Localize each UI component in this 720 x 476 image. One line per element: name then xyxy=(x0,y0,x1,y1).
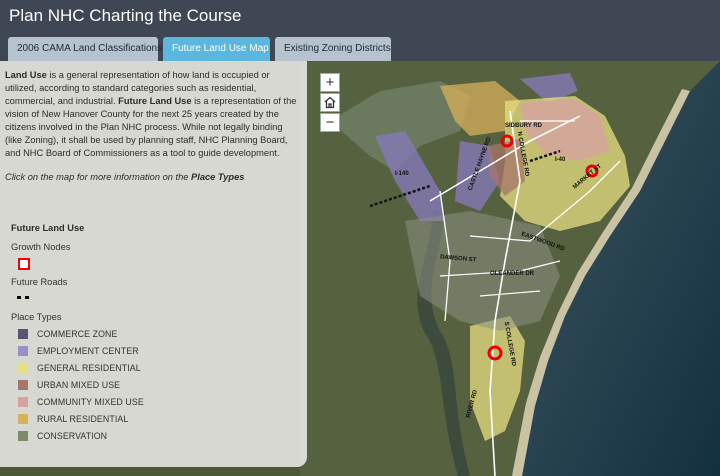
hint-text: Click on the map for more information on… xyxy=(5,172,192,182)
legend-title: Future Land Use xyxy=(11,223,85,233)
info-panel: Land Use is a general representation of … xyxy=(0,61,307,467)
place-type-label: COMMERCE ZONE xyxy=(37,328,118,339)
place-type-label: EMPLOYMENT CENTER xyxy=(37,345,139,356)
place-type-label: COMMUNITY MIXED USE xyxy=(37,396,144,407)
place-type-label: RURAL RESIDENTIAL xyxy=(37,413,129,424)
place-type-label: URBAN MIXED USE xyxy=(37,379,121,390)
road-label-i140: I-140 xyxy=(395,171,409,177)
place-type-item: CONSERVATION xyxy=(18,430,107,442)
place-type-item: EMPLOYMENT CENTER xyxy=(18,345,139,357)
intro-term-land-use: Land Use xyxy=(5,70,47,80)
hint-place-types: Place Types xyxy=(191,172,245,182)
place-type-swatch xyxy=(18,329,28,339)
place-type-swatch xyxy=(18,346,28,356)
road-label-i40: I-40 xyxy=(555,157,566,163)
zoom-out-button[interactable]: − xyxy=(320,113,340,132)
place-type-item: URBAN MIXED USE xyxy=(18,379,120,391)
intro-term-future-land-use: Future Land Use xyxy=(118,96,192,106)
place-type-label: CONSERVATION xyxy=(37,430,108,441)
tab-existing-zoning-districts[interactable]: Existing Zoning Districts xyxy=(275,37,391,61)
growth-node-swatch xyxy=(18,258,30,270)
map-click-hint: Click on the map for more information on… xyxy=(5,171,301,184)
place-type-label: GENERAL RESIDENTIAL xyxy=(37,362,141,373)
zoom-in-button[interactable]: + xyxy=(320,73,340,92)
tab-bar: 2006 CAMA Land Classifications Future La… xyxy=(8,37,396,61)
place-type-swatch xyxy=(18,414,28,424)
legend-growth-nodes-label: Growth Nodes xyxy=(11,242,71,252)
home-icon xyxy=(324,96,336,109)
place-type-item: COMMERCE ZONE xyxy=(18,328,117,340)
place-type-item: RURAL RESIDENTIAL xyxy=(18,413,128,425)
place-type-item: COMMUNITY MIXED USE xyxy=(18,396,144,408)
app-header: Plan NHC Charting the Course 2006 CAMA L… xyxy=(0,0,720,62)
future-road-swatch xyxy=(17,296,29,299)
place-type-swatch xyxy=(18,363,28,373)
tab-cama-land-classifications[interactable]: 2006 CAMA Land Classifications xyxy=(8,37,162,61)
zoom-controls: + − xyxy=(320,73,340,133)
home-button[interactable] xyxy=(320,93,340,112)
intro-text: Land Use is a general representation of … xyxy=(5,69,301,160)
place-type-item: GENERAL RESIDENTIAL xyxy=(18,362,141,374)
place-type-swatch xyxy=(18,380,28,390)
place-type-swatch xyxy=(18,431,28,441)
legend-place-types-label: Place Types xyxy=(11,312,62,322)
app-title: Plan NHC Charting the Course xyxy=(9,6,242,25)
legend-future-roads-label: Future Roads xyxy=(11,277,68,287)
place-type-swatch xyxy=(18,397,28,407)
tab-future-land-use-map[interactable]: Future Land Use Map xyxy=(163,37,270,61)
road-label-sidbury: SIDBURY RD xyxy=(505,123,543,129)
road-label-oleander: OLEANDER DR xyxy=(490,271,535,277)
